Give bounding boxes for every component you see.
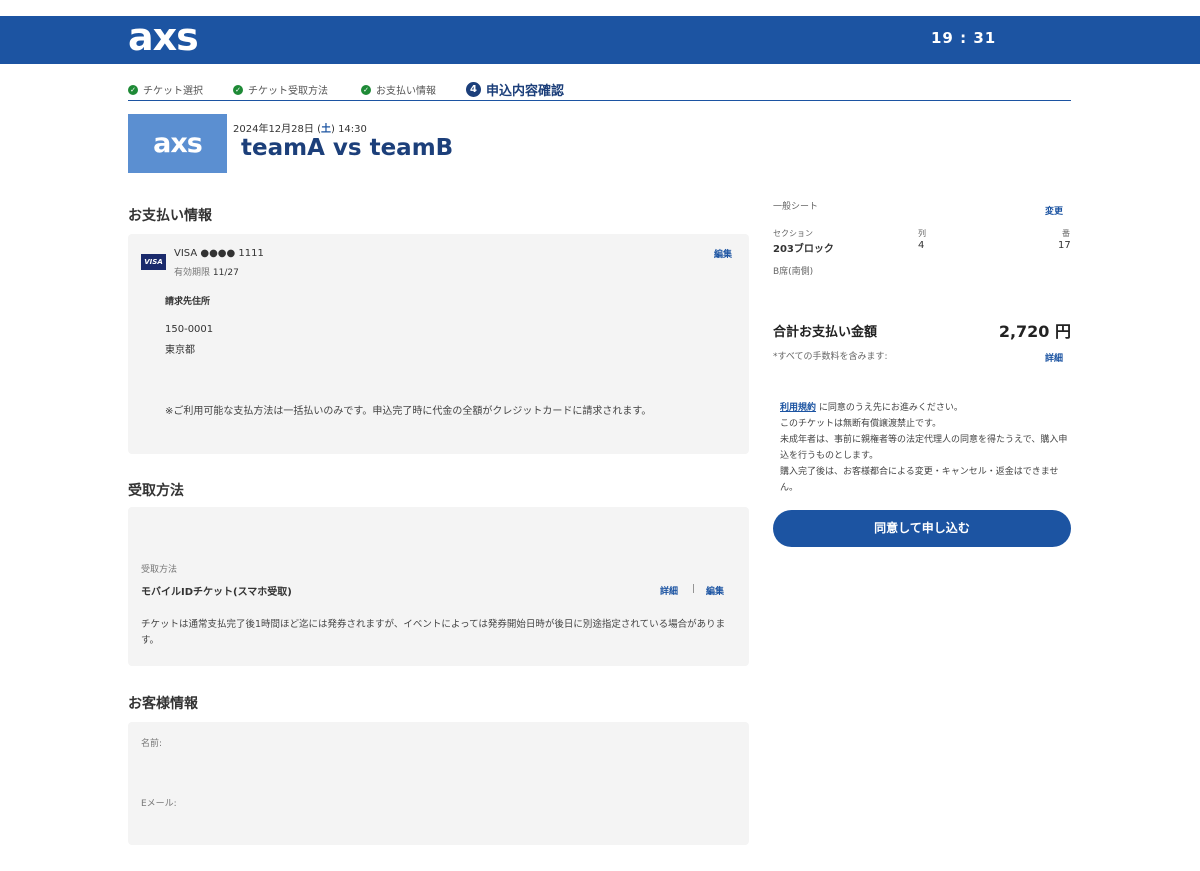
visa-icon: VISA xyxy=(141,254,166,270)
billing-address-label: 請求先住所 xyxy=(165,297,211,307)
change-ticket-link[interactable]: 変更 xyxy=(1045,204,1063,217)
step-label: お支払い情報 xyxy=(376,86,436,97)
card-expiry: 有効期限 11/27 xyxy=(174,268,239,278)
delivery-method-value: モバイルIDチケット(スマホ受取) xyxy=(141,587,292,598)
total-label: 合計お支払い金額 xyxy=(773,325,878,340)
payment-card: VISA VISA ●●●● 1111 有効期限 11/27 編集 請求先住所 … xyxy=(128,234,749,454)
step-label: チケット選択 xyxy=(143,86,203,97)
section-value: 203ブロック xyxy=(773,244,834,255)
link-separator: | xyxy=(692,584,696,594)
event-title: teamA vs teamB xyxy=(241,135,454,161)
fee-note: *すべての手数料を含みます: xyxy=(773,352,888,362)
total-details-link[interactable]: 詳細 xyxy=(1045,351,1063,364)
check-icon: ✓ xyxy=(233,84,243,95)
progress-steps: ✓ チケット選択 ✓ チケット受取方法 ✓ お支払い情報 4 申込内容確認 xyxy=(128,80,1071,101)
check-icon: ✓ xyxy=(361,84,371,95)
check-icon: ✓ xyxy=(128,84,138,95)
seat-type: 一般シート xyxy=(773,202,819,212)
customer-email-label: Eメール: xyxy=(141,799,177,809)
step-label: 申込内容確認 xyxy=(486,84,565,99)
total-amount: 2,720 円 xyxy=(998,322,1071,341)
terms-line-4: 購入完了後は、お客様都合による変更・キャンセル・返金はできません。 xyxy=(780,467,1059,493)
terms-link[interactable]: 利用規約 xyxy=(780,403,816,413)
delivery-card: 受取方法 モバイルIDチケット(スマホ受取) 詳細 | 編集 チケットは通常支払… xyxy=(128,507,749,666)
section-label: セクション xyxy=(773,229,813,238)
seat-number-label: 番 xyxy=(1062,229,1070,238)
countdown-timer: 19 : 31 xyxy=(931,29,997,47)
step-number: 4 xyxy=(466,82,481,97)
terms-line-3: 未成年者は、事前に親権者等の法定代理人の同意を得たうえで、購入申込を行うものとし… xyxy=(780,435,1068,461)
event-image: axs xyxy=(128,114,227,173)
delivery-details-link[interactable]: 詳細 xyxy=(660,584,678,597)
step-ticket-select: ✓ チケット選択 xyxy=(128,82,203,97)
row-label: 列 xyxy=(918,229,926,238)
terms-notice: 利用規約 に同意のうえ先にお進みください。 このチケットは無断有償譲渡禁止です。… xyxy=(780,400,1070,496)
card-number: VISA ●●●● 1111 xyxy=(174,248,264,259)
step-payment-info: ✓ お支払い情報 xyxy=(361,82,436,97)
row-value: 4 xyxy=(918,240,925,251)
edit-payment-link[interactable]: 編集 xyxy=(714,247,732,260)
delivery-method-label: 受取方法 xyxy=(141,565,178,575)
agree-and-apply-button[interactable]: 同意して申し込む xyxy=(773,510,1071,547)
payment-note: ※ご利用可能な支払方法は一括払いのみです。申込完了時に代金の全額がクレジットカー… xyxy=(165,406,652,417)
customer-name-label: 名前: xyxy=(141,739,163,749)
step-confirm: 4 申込内容確認 xyxy=(466,80,564,99)
delivery-note: チケットは通常支払完了後1時間ほど迄には発券されますが、イベントによっては発券開… xyxy=(141,619,726,646)
delivery-section-title: 受取方法 xyxy=(128,483,184,499)
seat-area: B席(南側) xyxy=(773,267,814,277)
billing-prefecture: 東京都 xyxy=(165,345,195,356)
payment-section-title: お支払い情報 xyxy=(128,208,212,224)
step-label: チケット受取方法 xyxy=(248,86,328,97)
header-bar: axs 19 : 31 xyxy=(0,16,1200,64)
billing-postal-code: 150-0001 xyxy=(165,324,214,335)
step-delivery-method: ✓ チケット受取方法 xyxy=(233,82,328,97)
event-date: 2024年12月28日 (土) 14:30 xyxy=(233,124,367,135)
edit-delivery-link[interactable]: 編集 xyxy=(706,584,724,597)
customer-section-title: お客様情報 xyxy=(128,696,198,712)
seat-number-value: 17 xyxy=(1058,240,1071,251)
terms-line-1: 利用規約 に同意のうえ先にお進みください。 xyxy=(780,403,963,413)
customer-card: 名前: Eメール: xyxy=(128,722,749,845)
terms-line-2: このチケットは無断有償譲渡禁止です。 xyxy=(780,419,942,429)
axs-logo: axs xyxy=(128,15,199,59)
